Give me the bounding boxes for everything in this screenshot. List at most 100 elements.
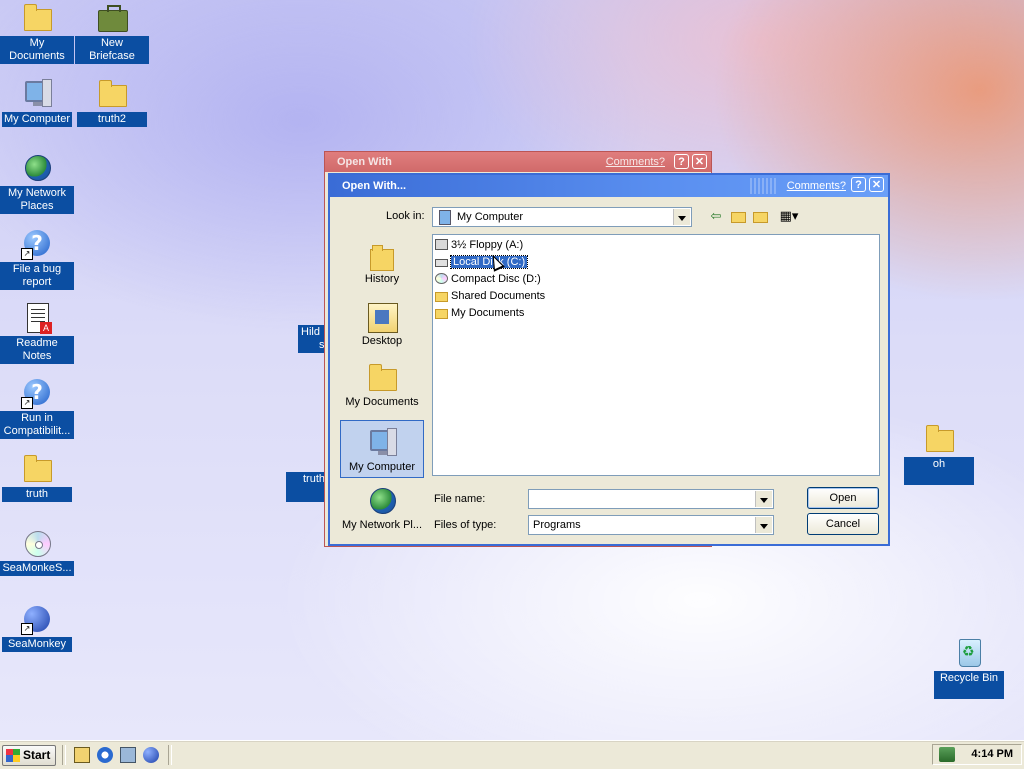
system-tray: 4:14 PM <box>932 744 1022 765</box>
cd-installer-icon <box>21 527 53 559</box>
desktop-icon-label: File a bug report <box>0 262 74 290</box>
list-item[interactable]: Local Disk (C:) <box>435 254 529 270</box>
partial-label-text: truth <box>303 473 326 485</box>
help-button[interactable]: ? <box>674 154 689 169</box>
partial-label-text: Hild <box>301 326 320 338</box>
taskbar-separator <box>62 745 66 765</box>
place-label: History <box>364 273 400 285</box>
comments-link[interactable]: Comments? <box>787 175 846 197</box>
desktop-icon-label: New Briefcase <box>75 36 149 64</box>
desktop-icon-label: oh <box>904 457 974 485</box>
history-icon <box>366 239 398 271</box>
place-desktop[interactable]: Desktop <box>340 295 424 353</box>
desktop-icon-label: SeaMonkeS... <box>0 561 74 576</box>
desktop-icon-seamonkey-setup[interactable]: SeaMonkeS... <box>0 527 74 576</box>
desktop-icon-oh[interactable]: oh <box>902 423 976 485</box>
desktop-icon-my-network-places[interactable]: My Network Places <box>0 152 74 214</box>
briefcase-icon <box>96 2 128 34</box>
file-name: 3½ Floppy (A:) <box>451 239 524 251</box>
desktop-icon-label: Run in Compatibilit... <box>0 411 74 439</box>
desktop-icon <box>366 301 398 333</box>
computer-icon <box>439 210 451 225</box>
up-folder-icon[interactable] <box>730 208 748 226</box>
desktop-icon-file-a-bug-report[interactable]: ? ↗ File a bug report <box>0 228 74 290</box>
chevron-down-icon[interactable] <box>673 209 690 225</box>
document-icon: A <box>21 302 53 334</box>
cd-drive-icon <box>435 273 448 284</box>
folder-icon <box>21 453 53 485</box>
desktop-icon-my-computer[interactable]: My Computer <box>0 78 74 127</box>
list-item[interactable]: 3½ Floppy (A:) <box>435 237 523 253</box>
close-button[interactable]: ✕ <box>869 177 884 192</box>
desktop-icon-truth[interactable]: truth <box>0 453 74 502</box>
cancel-button[interactable]: Cancel <box>807 513 879 535</box>
tray-network-icon[interactable] <box>939 747 955 762</box>
title-bar: Open With Comments? ? ✕ <box>325 152 711 172</box>
my-documents-icon <box>366 362 398 394</box>
comments-link[interactable]: Comments? <box>606 152 665 172</box>
partial-desktop-label-truth[interactable]: truth <box>286 472 328 502</box>
windows-flag-icon <box>6 749 20 762</box>
folder-icon <box>923 423 955 455</box>
list-item[interactable]: My Documents <box>435 305 524 321</box>
clock[interactable]: 4:14 PM <box>971 748 1013 760</box>
file-list[interactable]: 3½ Floppy (A:) Local Disk (C:) Compact D… <box>432 234 880 476</box>
view-menu-icon[interactable]: ▦▾ <box>776 208 802 226</box>
list-item[interactable]: Shared Documents <box>435 288 545 304</box>
files-of-type-select[interactable]: Programs <box>528 515 774 535</box>
title-bar: Open With... Comments? ? ✕ <box>330 175 888 197</box>
help-question-icon: ? ↗ <box>21 228 53 260</box>
back-arrow-icon[interactable]: ⇦ <box>708 208 724 226</box>
place-my-computer[interactable]: My Computer <box>340 420 424 478</box>
computer-icon <box>366 427 398 459</box>
chevron-down-icon[interactable] <box>755 517 772 533</box>
files-of-type-value: Programs <box>533 519 581 531</box>
desktop-icon-my-documents[interactable]: My Documents <box>0 2 74 64</box>
taskbar: Start 4:14 PM <box>0 740 1024 769</box>
place-label: My Documents <box>345 396 419 408</box>
computer-icon <box>21 78 53 110</box>
list-item[interactable]: Compact Disc (D:) <box>435 271 541 287</box>
window-title: Open With <box>337 156 392 168</box>
internet-explorer-icon[interactable] <box>97 747 113 763</box>
desktop-icon-label: truth <box>2 487 72 502</box>
my-documents-icon <box>21 2 53 34</box>
start-button[interactable]: Start <box>2 745 56 766</box>
desktop-icon-label: My Documents <box>0 36 74 64</box>
title-decoration <box>750 178 778 194</box>
network-globe-icon <box>21 152 53 184</box>
network-globe-icon <box>366 485 398 517</box>
place-my-network-places[interactable]: My Network Pl... <box>340 479 424 537</box>
place-label: Desktop <box>361 335 403 347</box>
place-label: My Computer <box>348 461 416 473</box>
help-question-icon: ? ↗ <box>21 377 53 409</box>
taskbar-separator <box>168 745 172 765</box>
file-name: Compact Disc (D:) <box>451 273 541 285</box>
show-desktop-icon[interactable] <box>74 747 90 763</box>
desktop-icon-label: My Network Places <box>0 186 74 214</box>
desktop-icon-label: Readme Notes <box>0 336 74 364</box>
place-history[interactable]: History <box>340 233 424 291</box>
look-in-select[interactable]: My Computer <box>432 207 692 227</box>
file-name: Shared Documents <box>451 290 546 302</box>
close-button[interactable]: ✕ <box>692 154 707 169</box>
file-name-input[interactable] <box>528 489 774 509</box>
desktop-icon-new-briefcase[interactable]: New Briefcase <box>75 2 149 64</box>
file-name: My Documents <box>451 307 525 319</box>
new-folder-icon[interactable] <box>752 208 770 226</box>
desktop-icon-run-in-compatibility[interactable]: ? ↗ Run in Compatibilit... <box>0 377 74 439</box>
folder-icon <box>435 292 448 302</box>
network-icon[interactable] <box>120 747 136 763</box>
desktop-icon-seamonkey[interactable]: ↗ SeaMonkey <box>0 603 74 652</box>
place-my-documents[interactable]: My Documents <box>340 356 424 414</box>
desktop-icon-label: Recycle Bin <box>934 671 1004 699</box>
open-button[interactable]: Open <box>807 487 879 509</box>
file-name-label: File name: <box>434 493 486 505</box>
seamonkey-icon[interactable] <box>143 747 159 763</box>
chevron-down-icon[interactable] <box>755 491 772 507</box>
desktop-icon-recycle-bin[interactable]: Recycle Bin <box>932 637 1006 699</box>
desktop-icon-readme-notes[interactable]: A Readme Notes <box>0 302 74 364</box>
help-button[interactable]: ? <box>851 177 866 192</box>
desktop-icon-truth2[interactable]: truth2 <box>75 78 149 127</box>
hard-drive-icon <box>435 259 448 267</box>
